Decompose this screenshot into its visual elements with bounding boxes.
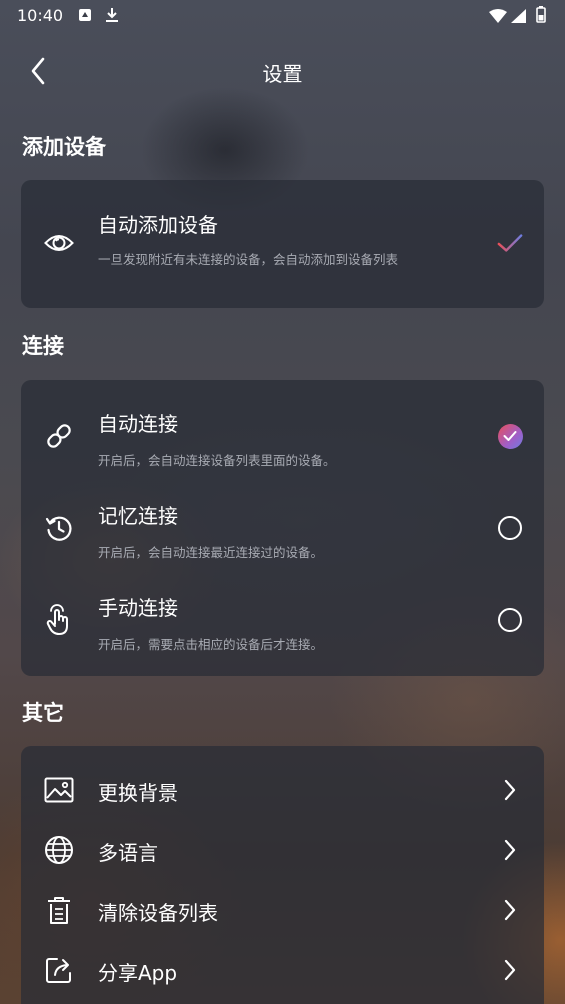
status-time: 10:40: [17, 6, 64, 25]
radio-unselected-icon: [498, 608, 522, 632]
download-icon: [105, 7, 119, 27]
chevron-right-icon: [497, 897, 523, 923]
chevron-right-icon: [497, 957, 523, 983]
trash-icon: [43, 894, 75, 926]
manual-connect-radio[interactable]: [497, 607, 523, 633]
wifi-icon: [489, 8, 507, 27]
tap-hand-icon: [43, 604, 75, 636]
auto-add-device-label: 自动添加设备: [98, 213, 218, 237]
card-other: 更换背景 多语言 清除设备列表 分享App: [21, 746, 544, 1004]
language-label: 多语言: [98, 841, 158, 865]
section-title-other: 其它: [22, 701, 64, 725]
page-title: 设置: [262, 62, 303, 86]
clear-device-list-row[interactable]: 清除设备列表: [21, 880, 544, 940]
image-icon: [43, 774, 75, 806]
link-icon: [43, 420, 75, 452]
manual-connect-desc: 开启后，需要点击相应的设备后才连接。: [98, 637, 324, 652]
eye-icon: [43, 227, 75, 259]
change-background-label: 更换背景: [98, 781, 178, 805]
auto-add-device-check[interactable]: [497, 230, 523, 256]
manual-connect-row[interactable]: 手动连接 开启后，需要点击相应的设备后才连接。: [21, 574, 544, 666]
auto-connect-row[interactable]: 自动连接 开启后，会自动连接设备列表里面的设备。: [21, 390, 544, 482]
battery-icon: [536, 6, 546, 27]
checkmark-icon: [497, 234, 523, 252]
radio-selected-icon: [497, 423, 523, 449]
auto-connect-desc: 开启后，会自动连接设备列表里面的设备。: [98, 453, 336, 468]
clear-device-list-label: 清除设备列表: [98, 901, 218, 925]
share-app-label: 分享App: [98, 961, 178, 985]
section-title-add-device: 添加设备: [22, 135, 106, 159]
notification-icon: [78, 7, 92, 26]
signal-icon: [511, 8, 526, 27]
manual-connect-label: 手动连接: [98, 596, 178, 620]
card-connect: 自动连接 开启后，会自动连接设备列表里面的设备。 记忆连接 开启后，会自动连接最…: [21, 380, 544, 676]
radio-unselected-icon: [498, 516, 522, 540]
share-app-row[interactable]: 分享App: [21, 940, 544, 1000]
memory-connect-radio[interactable]: [497, 515, 523, 541]
auto-connect-label: 自动连接: [98, 412, 178, 436]
language-row[interactable]: 多语言: [21, 820, 544, 880]
history-icon: [43, 512, 75, 544]
auto-add-device-row[interactable]: 自动添加设备 一旦发现附近有未连接的设备，会自动添加到设备列表: [21, 180, 544, 308]
globe-icon: [43, 834, 75, 866]
chevron-right-icon: [497, 777, 523, 803]
chevron-right-icon: [497, 837, 523, 863]
section-title-connect: 连接: [22, 334, 64, 358]
memory-connect-row[interactable]: 记忆连接 开启后，会自动连接最近连接过的设备。: [21, 482, 544, 574]
share-icon: [43, 954, 75, 986]
auto-add-device-desc: 一旦发现附近有未连接的设备，会自动添加到设备列表: [98, 252, 399, 267]
card-add-device: 自动添加设备 一旦发现附近有未连接的设备，会自动添加到设备列表: [21, 180, 544, 308]
memory-connect-label: 记忆连接: [98, 504, 178, 528]
change-background-row[interactable]: 更换背景: [21, 760, 544, 820]
memory-connect-desc: 开启后，会自动连接最近连接过的设备。: [98, 545, 324, 560]
status-bar: 10:40: [0, 0, 565, 32]
auto-connect-radio[interactable]: [497, 423, 523, 449]
